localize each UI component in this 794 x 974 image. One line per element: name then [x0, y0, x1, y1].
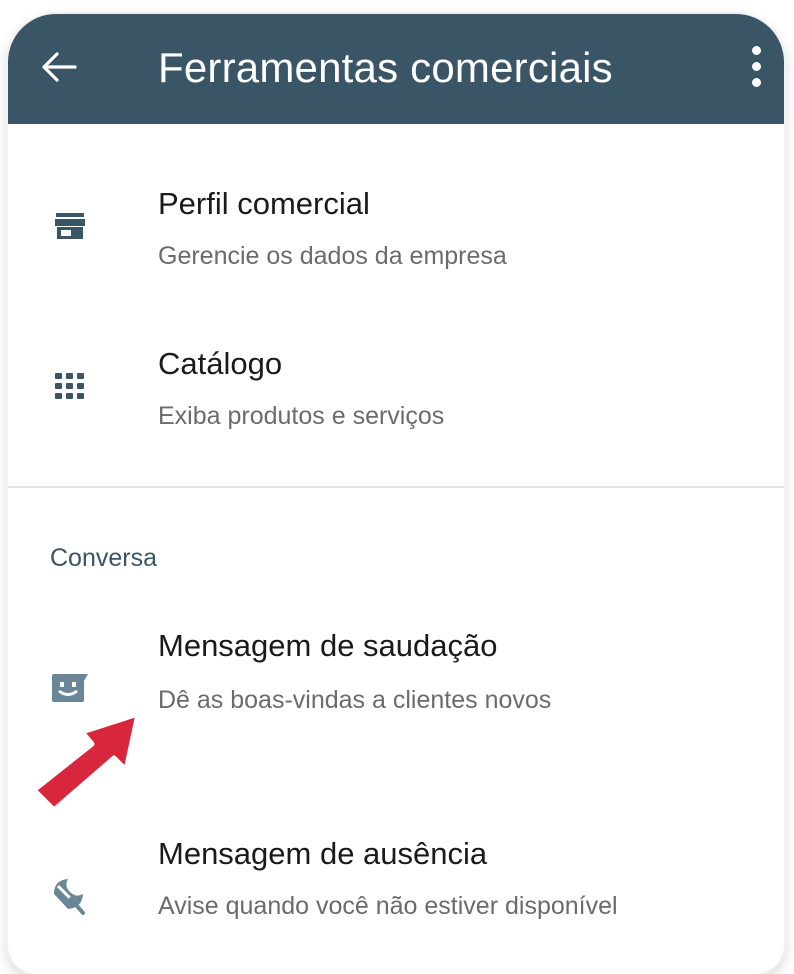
- list-item-business-profile[interactable]: Perfil comercial Gerencie os dados da em…: [8, 124, 784, 304]
- catalog-title: Catálogo: [158, 346, 283, 381]
- more-vert-icon: [751, 45, 761, 55]
- back-button[interactable]: [32, 40, 86, 94]
- red-pointer-arrow-icon: [31, 711, 141, 813]
- section-header-conversa: Conversa: [50, 544, 157, 572]
- greeting-message-title: Mensagem de saudação: [158, 628, 498, 663]
- app-bar: Ferramentas comerciais: [8, 14, 784, 124]
- business-profile-title: Perfil comercial: [158, 186, 370, 221]
- beach-umbrella-icon: [48, 874, 92, 918]
- list-item-away-message[interactable]: Mensagem de ausência Avise quando você n…: [8, 804, 784, 974]
- greeting-icon: [48, 666, 92, 710]
- away-message-title: Mensagem de ausência: [158, 836, 488, 871]
- arrow-left-icon: [42, 52, 77, 82]
- section-divider: [8, 486, 784, 488]
- grid-icon: [48, 364, 92, 408]
- list-item-catalog[interactable]: Catálogo Exiba produtos e serviços: [8, 304, 784, 486]
- phone-screen: Ferramentas comerciais Perfil comercial …: [8, 14, 784, 974]
- page-title: Ferramentas comerciais: [158, 44, 613, 91]
- business-profile-subtitle: Gerencie os dados da empresa: [158, 242, 507, 270]
- more-options-button[interactable]: [736, 36, 776, 96]
- away-message-subtitle: Avise quando você não estiver disponível: [158, 892, 618, 920]
- storefront-icon: [48, 204, 92, 248]
- catalog-subtitle: Exiba produtos e serviços: [158, 402, 445, 430]
- greeting-message-subtitle: Dê as boas-vindas a clientes novos: [158, 686, 552, 714]
